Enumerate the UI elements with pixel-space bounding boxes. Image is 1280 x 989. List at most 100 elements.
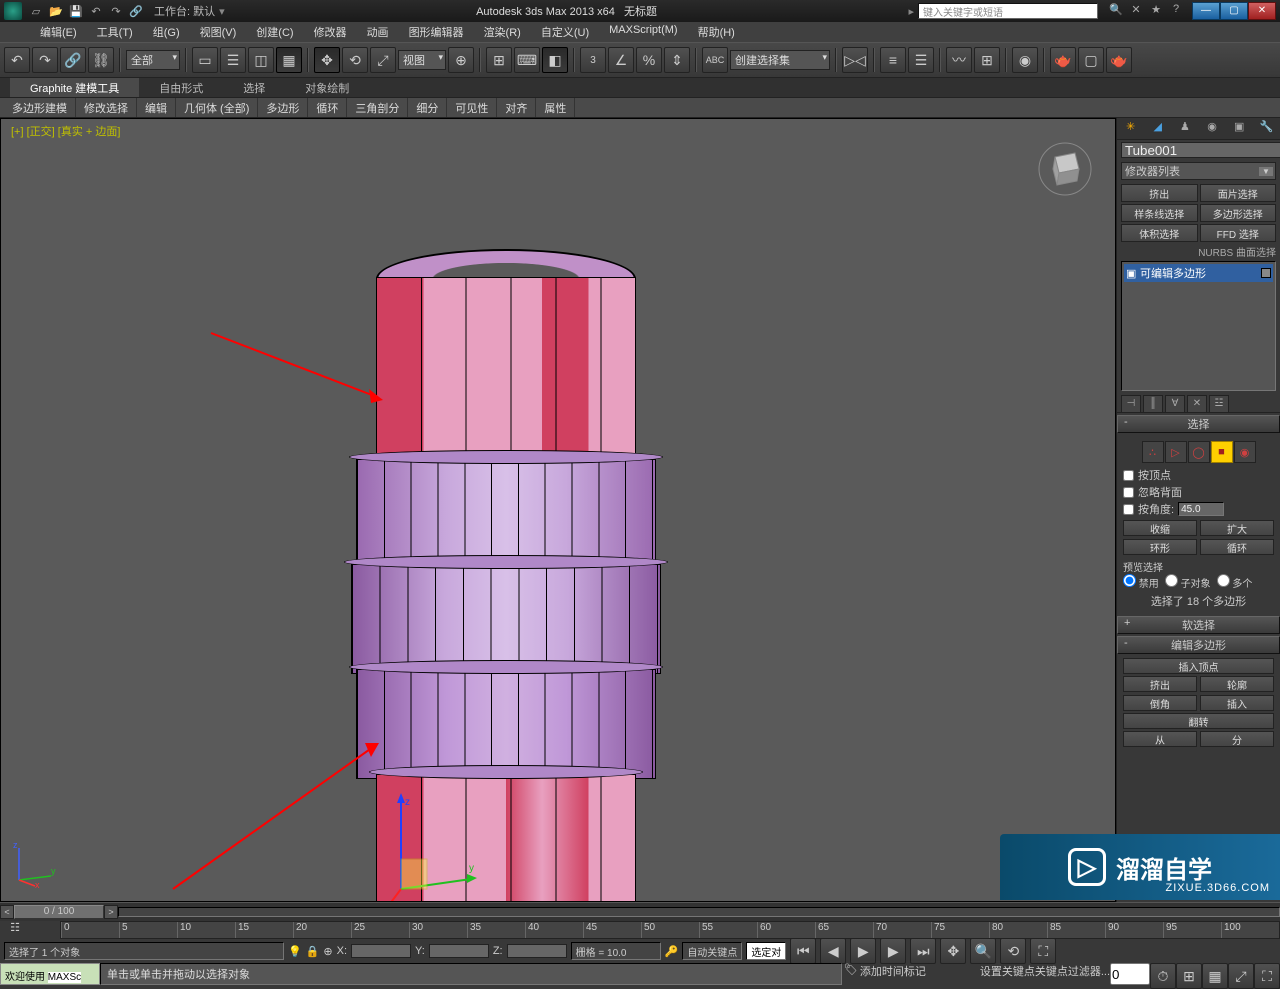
object-name-input[interactable] [1121, 142, 1280, 158]
keyboard-button[interactable]: ⌨ [514, 47, 540, 73]
menu-tools[interactable]: 工具(T) [87, 22, 143, 42]
select-region-button[interactable]: ◫ [248, 47, 274, 73]
new-icon[interactable]: ▱ [28, 3, 44, 19]
btn-ring[interactable]: 环形 [1123, 539, 1197, 555]
rsub-subdiv[interactable]: 细分 [408, 98, 447, 117]
viewport-label[interactable]: [+] [正交] [真实 + 边面] [11, 123, 120, 139]
viewport[interactable]: [+] [正交] [真实 + 边面] [0, 118, 1116, 902]
subobj-polygon[interactable]: ■ [1211, 441, 1233, 463]
goto-end-icon[interactable]: ⏭ [910, 938, 936, 964]
goto-start-icon[interactable]: ⏮ [790, 938, 816, 964]
rsub-loop[interactable]: 循环 [308, 98, 347, 117]
prev-frame-icon[interactable]: ◀ [820, 938, 846, 964]
menu-views[interactable]: 视图(V) [190, 22, 247, 42]
search-input[interactable]: 键入关键字或短语 [918, 3, 1098, 19]
time-slider-thumb[interactable]: 0 / 100 [14, 905, 104, 919]
material-editor-button[interactable]: ◉ [1012, 47, 1038, 73]
angle-spinner[interactable] [1178, 502, 1224, 516]
modbtn-ffdsel[interactable]: FFD 选择 [1200, 224, 1277, 242]
keyfilter-button[interactable]: 关键点过滤器... [1035, 963, 1110, 985]
play-icon[interactable]: ▶ [850, 938, 876, 964]
rsub-visibility[interactable]: 可见性 [447, 98, 497, 117]
show-end-icon[interactable]: ║ [1143, 395, 1163, 413]
pivot-button[interactable]: ⊕ [448, 47, 474, 73]
select-name-button[interactable]: ☰ [220, 47, 246, 73]
pin-stack-icon[interactable]: ⊣ [1121, 395, 1141, 413]
make-unique-icon[interactable]: ∀ [1165, 395, 1185, 413]
nav-max-icon[interactable]: ⛶ [1030, 938, 1056, 964]
current-frame-input[interactable] [1110, 963, 1150, 985]
add-time-tag[interactable]: 添加时间标记 [860, 963, 980, 985]
help-icon[interactable]: ? [1168, 3, 1184, 19]
rotate-button[interactable]: ⟲ [342, 47, 368, 73]
modifier-list-dropdown[interactable]: 修改器列表 [1121, 162, 1276, 180]
time-track[interactable] [118, 907, 1280, 917]
btn-insert-vertex[interactable]: 插入顶点 [1123, 658, 1274, 674]
autokey-button[interactable]: 自动关键点 [682, 942, 742, 960]
render-button[interactable]: 🫖 [1106, 47, 1132, 73]
check-byvertex[interactable] [1123, 470, 1134, 481]
nav-orbit-icon[interactable]: ⟲ [1000, 938, 1026, 964]
tab-hierarchy-icon[interactable]: ♟ [1174, 120, 1196, 138]
undo-button[interactable]: ↶ [4, 47, 30, 73]
named-selection-dropdown[interactable]: 创建选择集 [730, 50, 830, 70]
window-crossing-button[interactable]: ▦ [276, 47, 302, 73]
radio-disable[interactable] [1123, 574, 1136, 587]
snap3-button[interactable]: 3 [580, 47, 606, 73]
search-icon[interactable]: 🔍 [1108, 3, 1124, 19]
menu-rendering[interactable]: 渲染(R) [474, 22, 531, 42]
check-byangle[interactable] [1123, 504, 1134, 515]
subobj-border[interactable]: ◯ [1188, 441, 1210, 463]
configure-icon[interactable]: ☳ [1209, 395, 1229, 413]
save-icon[interactable]: 💾 [68, 3, 84, 19]
tab-create-icon[interactable]: ✳ [1120, 120, 1142, 138]
modbtn-patchsel[interactable]: 面片选择 [1200, 184, 1277, 202]
btn-grow[interactable]: 扩大 [1200, 520, 1274, 536]
exchange-icon[interactable]: ✕ [1128, 3, 1144, 19]
time-next[interactable]: > [104, 905, 118, 919]
rollout-editpoly[interactable]: 编辑多边形 [1117, 636, 1280, 654]
tab-modify-icon[interactable]: ◢ [1147, 120, 1169, 138]
btn-flip[interactable]: 翻转 [1123, 713, 1274, 729]
rendered-frame-button[interactable]: ▢ [1078, 47, 1104, 73]
btn-hinge[interactable]: 分 [1200, 731, 1274, 747]
time-ruler[interactable]: 0510152025303540455055606570758085909510… [60, 921, 1280, 939]
viewcube[interactable] [1035, 139, 1095, 199]
redo-button[interactable]: ↷ [32, 47, 58, 73]
angle-snap-button[interactable]: ∠ [608, 47, 634, 73]
rsub-polygon[interactable]: 多边形 [258, 98, 308, 117]
rsub-align[interactable]: 对齐 [497, 98, 536, 117]
mirror-button[interactable]: ▷◁ [842, 47, 868, 73]
app-logo-icon[interactable] [4, 2, 22, 20]
btn-extrude[interactable]: 挤出 [1123, 676, 1197, 692]
lock-icon[interactable]: 💡 [288, 945, 302, 958]
selection-filter[interactable]: 全部 [126, 50, 180, 70]
lock-sel-icon[interactable]: 🔒 [306, 945, 320, 958]
btn-shrink[interactable]: 收缩 [1123, 520, 1197, 536]
undo-icon[interactable]: ↶ [88, 3, 104, 19]
xyz-icon[interactable]: ⊕ [323, 945, 332, 958]
favorite-icon[interactable]: ★ [1148, 3, 1164, 19]
model-tube[interactable]: z y [341, 249, 671, 902]
menu-create[interactable]: 创建(C) [246, 22, 303, 42]
modbtn-polysel[interactable]: 多边形选择 [1200, 204, 1277, 222]
selected-key[interactable]: 选定对 [746, 942, 786, 960]
subobj-vertex[interactable]: ∴ [1142, 441, 1164, 463]
subobj-element[interactable]: ◉ [1234, 441, 1256, 463]
rsub-edit[interactable]: 编辑 [137, 98, 176, 117]
menu-customize[interactable]: 自定义(U) [531, 22, 599, 42]
nav-zoom-icon[interactable]: 🔍 [970, 938, 996, 964]
move-gizmo[interactable]: z y [381, 789, 481, 902]
nav-pan-icon[interactable]: ✥ [940, 938, 966, 964]
trackbar-toggle-icon[interactable]: ☷ [0, 921, 30, 939]
schematic-button[interactable]: ⊞ [974, 47, 1000, 73]
refcoord-dropdown[interactable]: 视图 [398, 50, 446, 70]
btn-loop[interactable]: 循环 [1200, 539, 1274, 555]
tab-motion-icon[interactable]: ◉ [1201, 120, 1223, 138]
tab-utilities-icon[interactable]: 🔧 [1255, 120, 1277, 138]
next-frame-icon[interactable]: ▶ [880, 938, 906, 964]
menu-edit[interactable]: 编辑(E) [30, 22, 87, 42]
btn-bevel[interactable]: 倒角 [1123, 695, 1197, 711]
modifier-stack[interactable]: ▣ 可编辑多边形 [1121, 261, 1276, 391]
rsub-props[interactable]: 属性 [536, 98, 575, 117]
